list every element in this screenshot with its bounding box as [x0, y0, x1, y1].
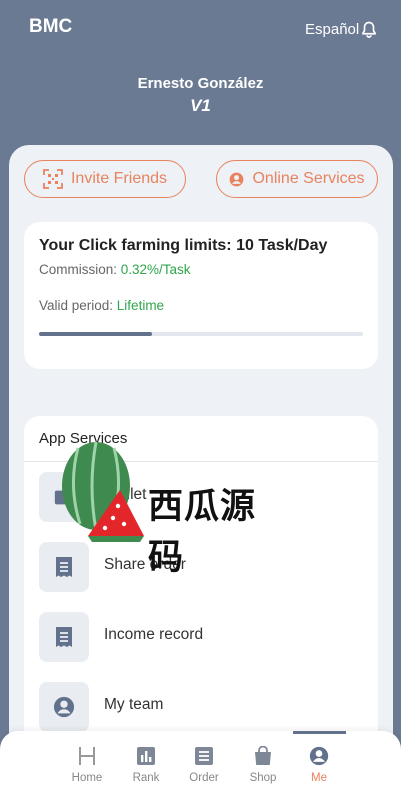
- nav-order[interactable]: Order: [175, 731, 233, 787]
- commission-row: Commission: 0.32%/Task: [39, 262, 191, 277]
- watermelon-logo-icon: [62, 441, 144, 542]
- nav-label: Shop: [249, 772, 277, 784]
- invite-friends-label: Invite Friends: [70, 170, 168, 187]
- person-circle-icon: [230, 172, 244, 186]
- language-selector[interactable]: Español: [305, 21, 359, 38]
- service-item-my-team[interactable]: My team: [39, 682, 359, 732]
- valid-period-value: Lifetime: [116, 298, 165, 313]
- service-label: My team: [104, 696, 164, 713]
- order-icon: [195, 747, 213, 765]
- shop-icon: [255, 746, 271, 765]
- home-icon: [79, 747, 95, 765]
- commission-label: Commission:: [39, 262, 121, 277]
- limits-title: Your Click farming limits: 10 Task/Day: [39, 237, 328, 254]
- nav-label: Home: [71, 772, 103, 784]
- commission-value: 0.32%/Task: [120, 262, 191, 277]
- service-label: Income record: [104, 626, 204, 643]
- brand-title: BMC: [29, 16, 73, 37]
- nav-label: Order: [189, 772, 219, 784]
- online-services-button[interactable]: Online Services: [216, 160, 378, 198]
- vip-badge: V1: [190, 96, 211, 115]
- user-name: Ernesto González: [137, 75, 264, 92]
- invite-friends-button[interactable]: Invite Friends: [24, 160, 186, 198]
- nav-label: Me: [311, 772, 327, 784]
- online-services-label: Online Services: [252, 170, 365, 187]
- bell-icon[interactable]: [360, 20, 378, 40]
- service-item-income-record[interactable]: Income record: [39, 612, 359, 662]
- valid-period-label: Valid period:: [39, 298, 117, 313]
- bottom-nav: Home Rank Order Shop Me: [0, 731, 401, 787]
- nav-shop[interactable]: Shop: [234, 731, 292, 787]
- qr-code-icon: [43, 169, 63, 189]
- rank-icon: [137, 747, 155, 765]
- limits-progress-fill: [39, 332, 153, 336]
- me-icon: [309, 746, 329, 766]
- header: BMC Español Ernesto González V1: [0, 0, 401, 150]
- limits-card: Your Click farming limits: 10 Task/Day C…: [24, 222, 378, 369]
- nav-label: Rank: [132, 772, 160, 784]
- nav-me[interactable]: Me: [290, 731, 348, 787]
- limits-progress-bar: [39, 332, 363, 336]
- valid-period-row: Valid period: Lifetime: [39, 298, 164, 313]
- nav-rank[interactable]: Rank: [117, 731, 175, 787]
- person-circle-icon: [39, 682, 89, 732]
- watermark: 西瓜源码: [58, 438, 288, 578]
- nav-home[interactable]: Home: [58, 731, 116, 787]
- receipt-icon: [39, 612, 89, 662]
- watermark-text: 西瓜源码: [148, 487, 257, 578]
